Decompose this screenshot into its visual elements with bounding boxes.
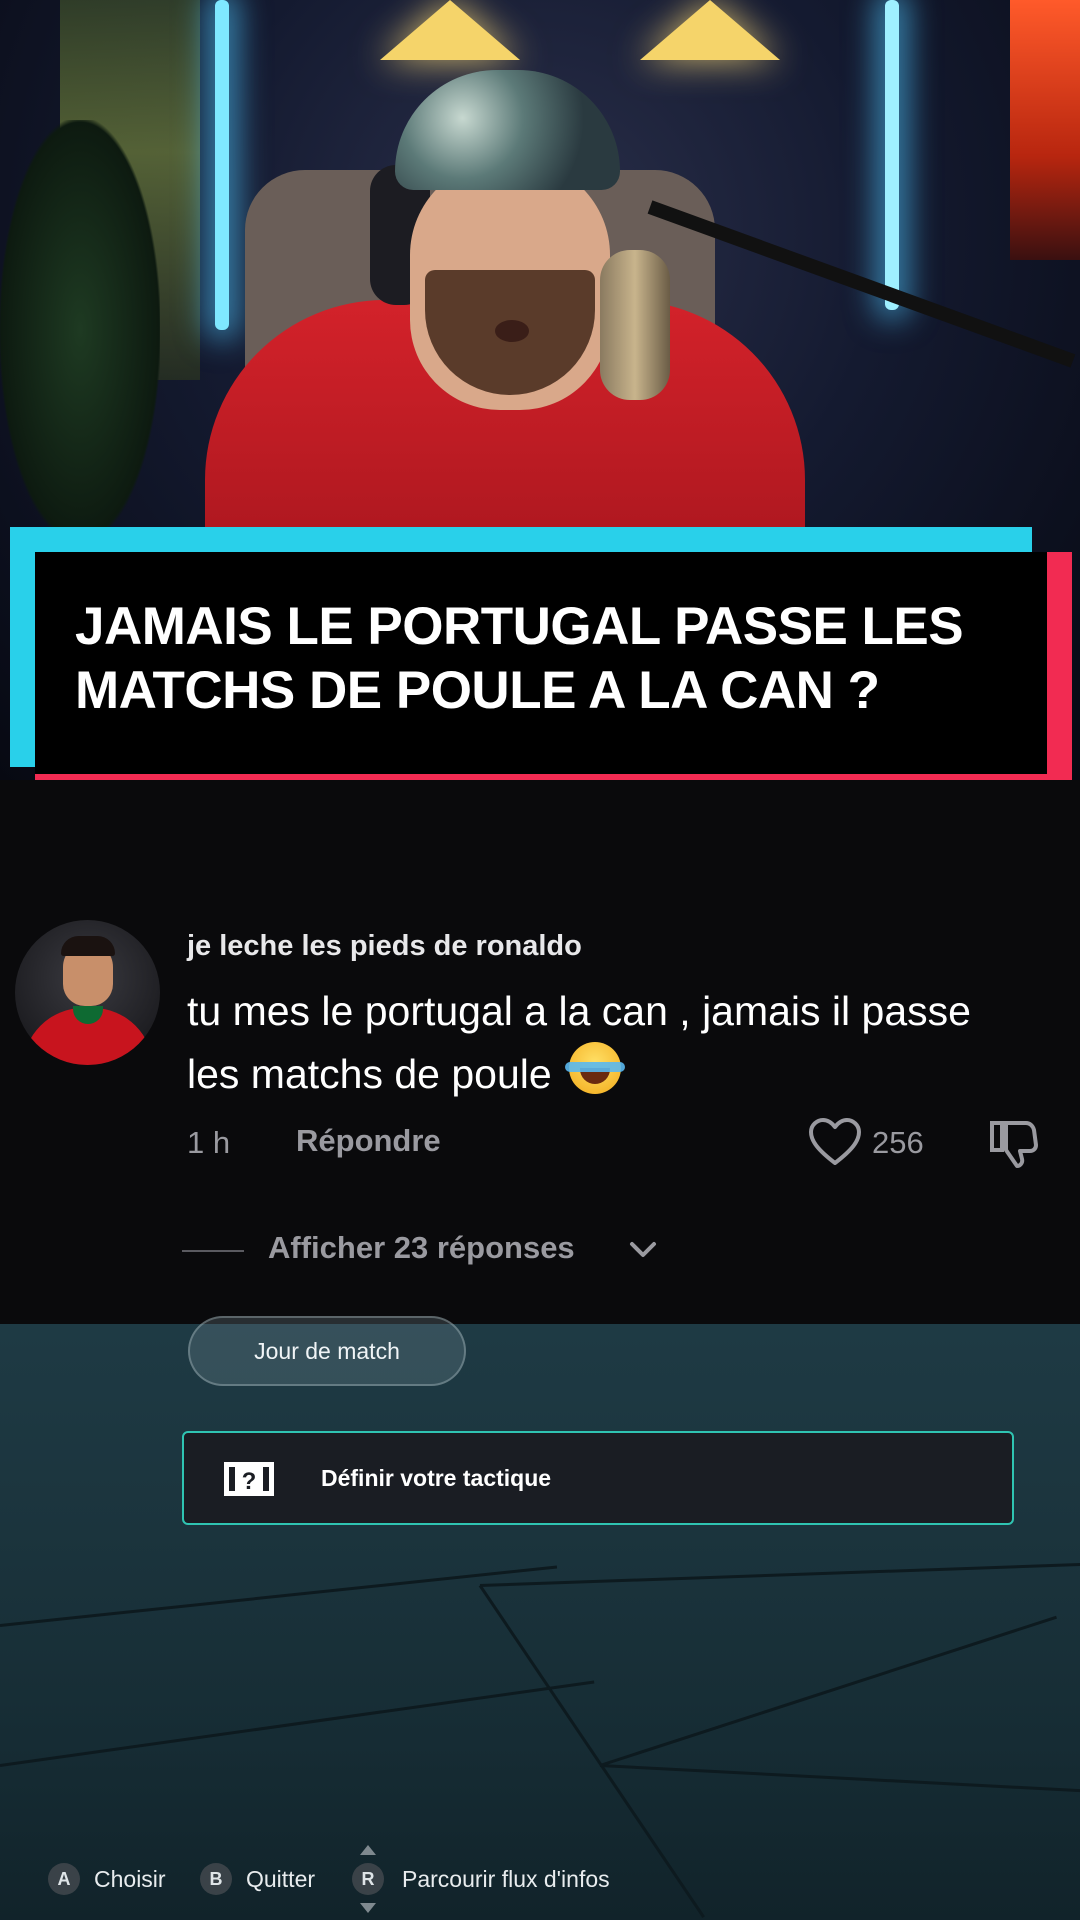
neon-triangle — [380, 0, 520, 60]
replies-divider — [182, 1250, 244, 1252]
neon-light-right — [885, 0, 899, 310]
floor-seam — [0, 1680, 595, 1767]
svg-text:?: ? — [242, 1468, 257, 1495]
set-tactics-label: Définir votre tactique — [321, 1465, 552, 1491]
thumbs-down-icon[interactable] — [988, 1117, 1040, 1169]
avatar[interactable] — [15, 920, 160, 1065]
comment-body: tu mes le portugal a la can , jamais il … — [187, 980, 1027, 1105]
b-button-icon: B — [200, 1863, 232, 1895]
r-stick-icon: R — [352, 1863, 384, 1895]
floor-seam — [599, 1764, 1080, 1794]
choose-hint[interactable]: Choisir — [94, 1866, 166, 1893]
avatar-hair — [61, 936, 115, 956]
banner-title: JAMAIS LE PORTUGAL PASSE LES MATCHS DE P… — [75, 597, 964, 720]
set-tactics-button[interactable]: ? Définir votre tactique — [182, 1431, 1014, 1525]
floor-seam — [599, 1615, 1057, 1767]
comment-panel: je leche les pieds de ronaldo tu mes le … — [0, 780, 1080, 1324]
browse-news-feed-hint[interactable]: Parcourir flux d'infos — [402, 1866, 610, 1893]
a-button-icon: A — [48, 1863, 80, 1895]
game-menu-background — [0, 1324, 1080, 1920]
streamer-mouth — [495, 320, 529, 342]
plant — [0, 120, 160, 540]
neon-light-left — [215, 0, 229, 330]
like-count: 256 — [872, 1125, 924, 1160]
reply-button[interactable]: Répondre — [296, 1123, 441, 1159]
poster — [1010, 0, 1080, 260]
arrow-down-icon — [360, 1903, 376, 1913]
microphone — [600, 250, 670, 400]
floor-seam — [0, 1565, 558, 1627]
match-day-chip[interactable]: Jour de match — [188, 1316, 466, 1386]
chevron-down-icon[interactable] — [628, 1240, 658, 1260]
match-day-label: Jour de match — [254, 1337, 400, 1364]
floor-seam — [479, 1562, 1080, 1587]
title-banner: JAMAIS LE PORTUGAL PASSE LES MATCHS DE P… — [10, 527, 1072, 797]
arrow-up-icon — [360, 1845, 376, 1855]
quit-hint[interactable]: Quitter — [246, 1866, 315, 1893]
comment-timestamp: 1 h — [187, 1125, 231, 1160]
tactics-board-icon: ? — [222, 1459, 276, 1499]
view-replies-button[interactable]: Afficher 23 réponses — [268, 1230, 575, 1266]
heart-icon[interactable] — [808, 1117, 862, 1167]
streamer-cap — [395, 70, 620, 190]
face-with-tears-of-joy-icon — [565, 1042, 626, 1094]
neon-triangle — [640, 0, 780, 60]
comment-username[interactable]: je leche les pieds de ronaldo — [187, 930, 582, 963]
